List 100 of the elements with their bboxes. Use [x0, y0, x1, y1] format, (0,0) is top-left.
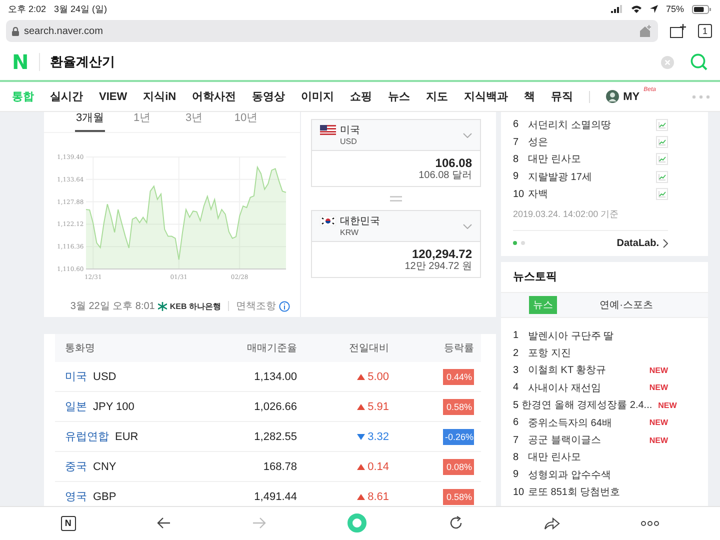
disclaimer-link[interactable]: 면책조항: [236, 299, 276, 313]
battery-icon: [692, 4, 712, 14]
news-link[interactable]: 한경연 올해 경제성장률 2.4...: [522, 398, 652, 412]
news-link[interactable]: 로또 851회 당첨번호: [528, 485, 620, 500]
news-link[interactable]: 대만 린사모: [528, 450, 581, 464]
country-link[interactable]: 영국: [65, 489, 87, 504]
update-time: 3월 22일 오후 8:01: [70, 300, 155, 313]
amount-field[interactable]: 106.08 106.08 달러: [311, 151, 481, 187]
wifi-icon: [630, 5, 642, 13]
amount-in-words: 12만 294.72 원: [404, 260, 472, 272]
news-link[interactable]: 사내이사 재선임: [528, 380, 601, 395]
new-label: NEW: [649, 436, 668, 445]
trend-chart-icon[interactable]: [656, 170, 668, 183]
rate-value: 1,026.66: [253, 400, 297, 412]
forward-arrow-icon[interactable]: [252, 517, 266, 529]
home-icon[interactable]: [639, 25, 652, 37]
rank-number: 1: [513, 330, 520, 342]
currency-code: CNY: [93, 460, 116, 472]
new-label: NEW: [649, 366, 668, 375]
reload-icon[interactable]: [448, 516, 463, 530]
flag-icon: [320, 216, 336, 226]
keyword-link[interactable]: 성은: [528, 135, 548, 150]
search-query[interactable]: 환율계산기: [50, 53, 115, 71]
news-tab[interactable]: 연예·스포츠: [596, 296, 657, 314]
nav-tab[interactable]: 책: [524, 89, 536, 104]
chevron-right-icon[interactable]: [663, 238, 668, 248]
trend-chart-icon[interactable]: [656, 153, 668, 166]
currency-code: USD: [93, 370, 116, 382]
period-tab[interactable]: 3년: [168, 112, 220, 132]
nav-tab[interactable]: 쇼핑: [350, 89, 372, 104]
tab-count-button[interactable]: 1: [698, 24, 712, 38]
bank-logo-icon: [158, 302, 167, 310]
chevron-down-icon: [463, 224, 472, 229]
ring-icon[interactable]: [347, 513, 368, 533]
rate-value: 1,134.00: [253, 370, 297, 382]
news-link[interactable]: 공군 블랙이글스: [528, 433, 601, 448]
nav-tab[interactable]: 어학사전: [192, 89, 236, 104]
nav-tab[interactable]: 지식iN: [143, 89, 176, 104]
period-tab[interactable]: 3개월: [75, 112, 105, 132]
search-icon[interactable]: [690, 53, 708, 71]
trend-chart-icon[interactable]: [656, 136, 668, 148]
more-icon[interactable]: [641, 520, 660, 526]
rank-number: 5: [513, 400, 519, 411]
rank-number: 10: [513, 188, 525, 200]
new-tab-icon[interactable]: [670, 24, 686, 38]
country-link[interactable]: 미국: [65, 369, 87, 384]
news-link[interactable]: 발렌시아 구단주 딸: [528, 328, 614, 343]
currency-select[interactable]: 미국 USD: [311, 119, 481, 151]
nav-tab[interactable]: 뮤직: [551, 89, 574, 104]
rank-number: 7: [513, 136, 520, 148]
address-field[interactable]: search.naver.com: [6, 20, 658, 42]
timestamp: 2019.03.24. 14:02:00 기준: [513, 202, 668, 231]
back-arrow-icon[interactable]: [156, 517, 171, 529]
amount-field[interactable]: 120,294.72 12만 294.72 원: [311, 242, 481, 278]
news-link[interactable]: 이철희 KT 황창규: [528, 363, 606, 378]
nav-tab[interactable]: 실시간: [50, 89, 83, 104]
keyword-link[interactable]: 대만 린사모: [528, 152, 581, 166]
share-icon[interactable]: [544, 516, 560, 530]
nav-tab[interactable]: 지식백과: [464, 89, 508, 104]
nav-tab[interactable]: 지도: [426, 89, 448, 104]
nav-tab[interactable]: 동영상: [252, 89, 286, 104]
rank-number: 6: [513, 417, 520, 428]
rank-number: 8: [513, 452, 520, 463]
clear-icon[interactable]: [661, 56, 674, 68]
trend-chart-icon[interactable]: [656, 188, 668, 200]
new-label: NEW: [658, 400, 677, 410]
change-percent: 0.44%: [443, 368, 474, 384]
news-link[interactable]: 포항 지진: [528, 346, 571, 360]
keyword-link[interactable]: 서던리치 소멸의땅: [528, 118, 611, 132]
change-value: 5.91: [368, 400, 389, 412]
nav-tab[interactable]: VIEW: [99, 90, 128, 102]
trend-chart-icon[interactable]: [656, 118, 668, 131]
column-header: 통화명: [64, 342, 96, 355]
rate-value: 1,491.44: [253, 490, 297, 502]
rate-value: 1,282.55: [253, 430, 297, 442]
currency-code: GBP: [93, 490, 116, 502]
up-triangle-icon: [356, 374, 365, 380]
country-link[interactable]: 중국: [65, 459, 87, 474]
naver-home-button[interactable]: N: [60, 516, 76, 530]
avatar-icon[interactable]: [606, 90, 620, 103]
nav-tab[interactable]: MY: [623, 90, 640, 102]
news-link[interactable]: 성형외과 압수수색: [528, 468, 611, 482]
keyword-link[interactable]: 자백: [528, 187, 548, 202]
column-header: 전일대비: [348, 342, 389, 355]
chevron-down-icon: [463, 133, 472, 138]
nav-tab[interactable]: 이미지: [301, 89, 334, 104]
page-dot[interactable]: [521, 241, 525, 246]
country-link[interactable]: 일본: [65, 399, 87, 414]
nav-tab[interactable]: 뉴스: [388, 89, 410, 104]
country-link[interactable]: 유럽연합: [65, 429, 109, 444]
period-tab[interactable]: 10년: [220, 112, 272, 132]
new-label: NEW: [649, 383, 668, 392]
page-dot[interactable]: [513, 241, 517, 246]
info-icon[interactable]: [279, 300, 290, 312]
keyword-link[interactable]: 지랄발광 17세: [528, 170, 592, 184]
change-percent: 0.58%: [443, 488, 474, 504]
datalab-link[interactable]: DataLab.: [616, 238, 659, 249]
period-tab[interactable]: 1년: [116, 112, 168, 132]
currency-select[interactable]: 대한민국 KRW: [311, 210, 481, 242]
news-link[interactable]: 중위소득자의 64배: [528, 416, 612, 430]
